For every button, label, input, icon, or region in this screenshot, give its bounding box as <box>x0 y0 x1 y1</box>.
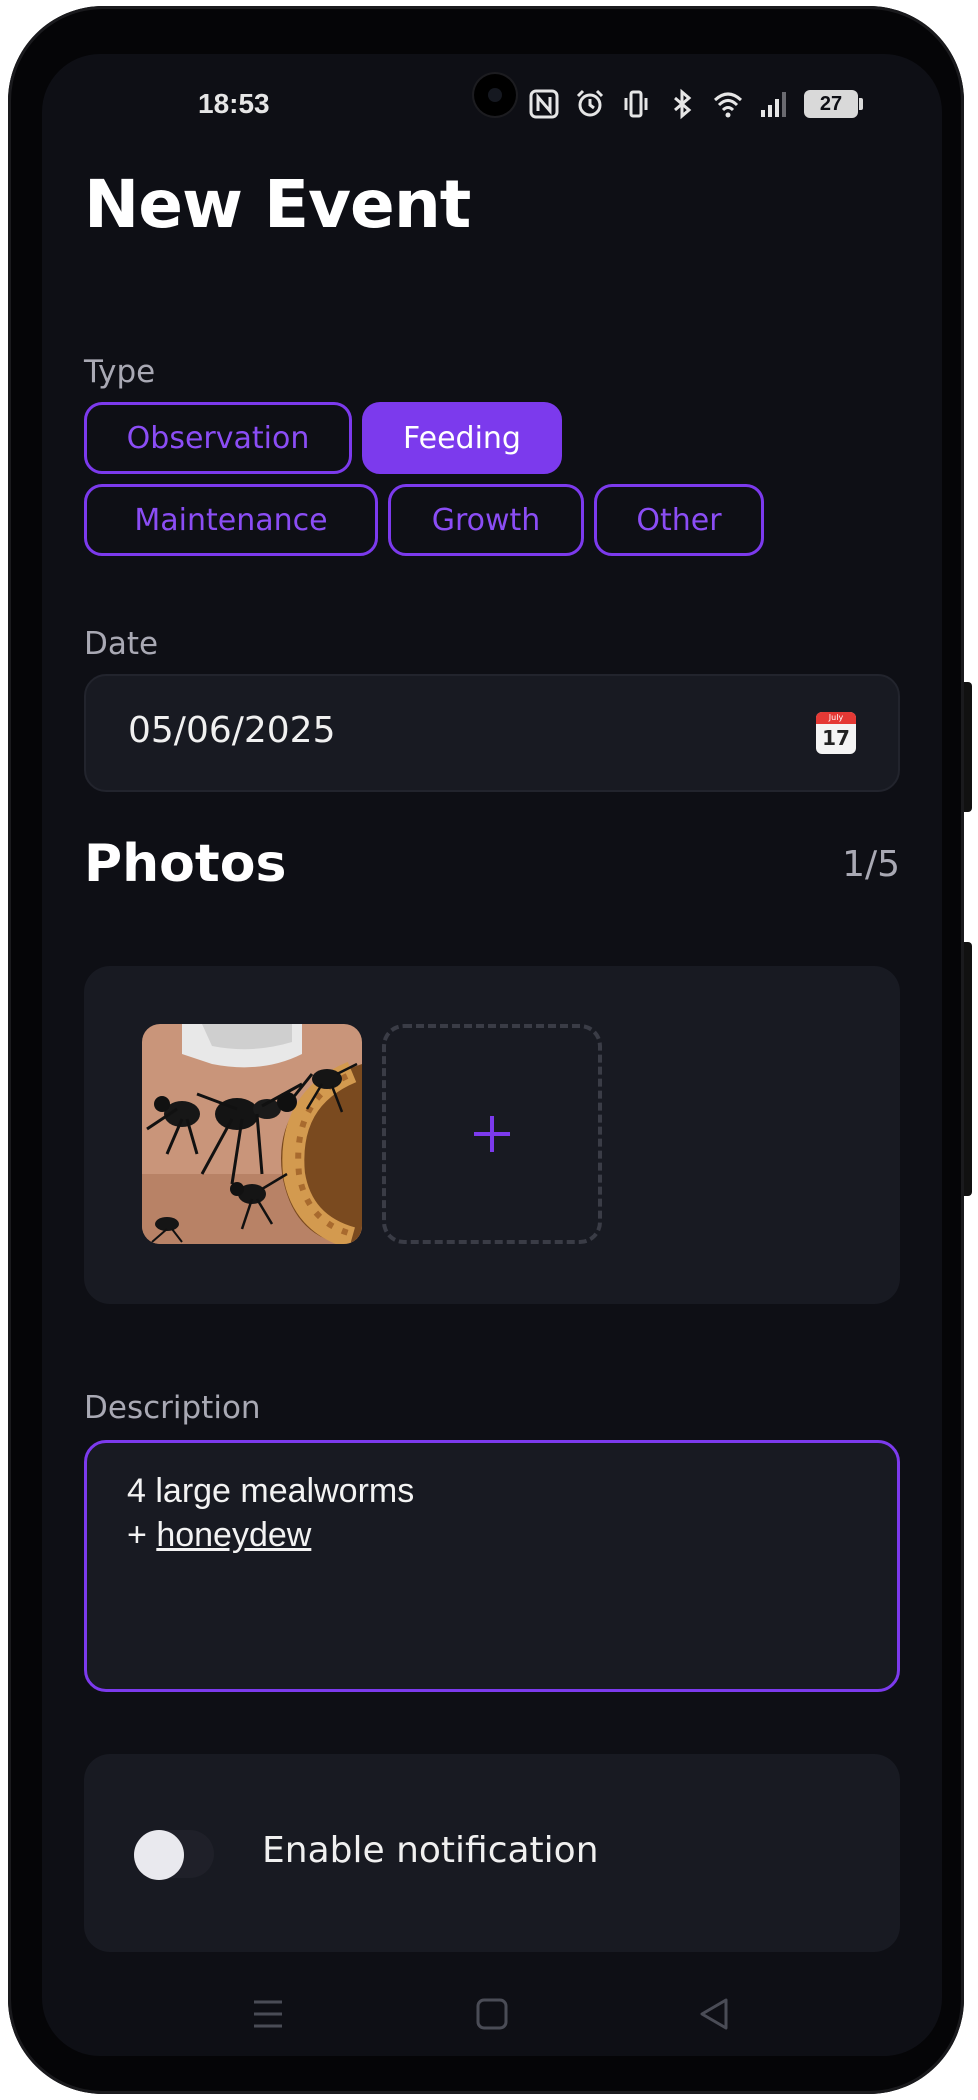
date-label: Date <box>84 626 159 662</box>
alarm-icon <box>576 89 604 117</box>
bluetooth-icon <box>674 88 692 120</box>
photos-title: Photos <box>84 834 287 894</box>
chip-observation[interactable]: Observation <box>84 402 352 474</box>
type-label: Type <box>84 354 156 390</box>
date-value: 05/06/2025 <box>128 710 336 751</box>
home-icon[interactable] <box>472 1994 512 2034</box>
power-button <box>964 942 972 1196</box>
status-time: 18:53 <box>198 88 270 119</box>
back-icon[interactable] <box>694 1994 734 2034</box>
wifi-icon <box>713 92 743 118</box>
phone-frame: 18:53 27 New Event Type Observation Feed… <box>8 6 972 2094</box>
chip-maintenance[interactable]: Maintenance <box>84 484 378 556</box>
nfc-icon <box>529 89 559 119</box>
description-field[interactable]: 4 large mealworms + honeydew <box>84 1440 900 1692</box>
chip-growth[interactable]: Growth <box>388 484 584 556</box>
photo-thumbnail[interactable] <box>142 1024 362 1244</box>
notification-label: Enable notification <box>262 1830 599 1871</box>
page-title: New Event <box>84 166 471 243</box>
notification-toggle[interactable] <box>134 1830 214 1880</box>
chip-other[interactable]: Other <box>594 484 764 556</box>
signal-icon <box>761 92 786 117</box>
chip-feeding[interactable]: Feeding <box>362 402 562 474</box>
ants-photo <box>142 1024 362 1244</box>
date-field[interactable]: 05/06/2025 July 17 <box>84 674 900 792</box>
status-icons: 27 <box>528 86 863 122</box>
toggle-knob <box>134 1830 184 1880</box>
vibrate-icon <box>624 90 648 118</box>
plus-icon <box>474 1116 510 1152</box>
screen: 18:53 27 New Event Type Observation Feed… <box>42 54 942 2056</box>
calendar-month: July <box>816 712 856 724</box>
menu-icon[interactable] <box>248 1994 288 2034</box>
description-line-2-word: honeydew <box>156 1516 312 1554</box>
description-label: Description <box>84 1390 261 1426</box>
front-camera <box>474 74 516 116</box>
status-bar: 18:53 27 <box>42 54 942 154</box>
calendar-icon[interactable]: July 17 <box>816 712 856 754</box>
photo-count: 1/5 <box>842 844 900 885</box>
notification-panel: Enable notification <box>84 1754 900 1952</box>
description-text: 4 large mealworms + honeydew <box>127 1469 414 1557</box>
volume-button <box>964 682 972 812</box>
battery-icon: 27 <box>804 90 863 118</box>
description-line-1: 4 large mealworms <box>127 1472 415 1510</box>
description-line-2-prefix: + <box>127 1516 157 1554</box>
add-photo-button[interactable] <box>382 1024 602 1244</box>
calendar-day: 17 <box>822 726 850 750</box>
photos-panel <box>84 966 900 1304</box>
navigation-bar <box>42 1974 942 2054</box>
